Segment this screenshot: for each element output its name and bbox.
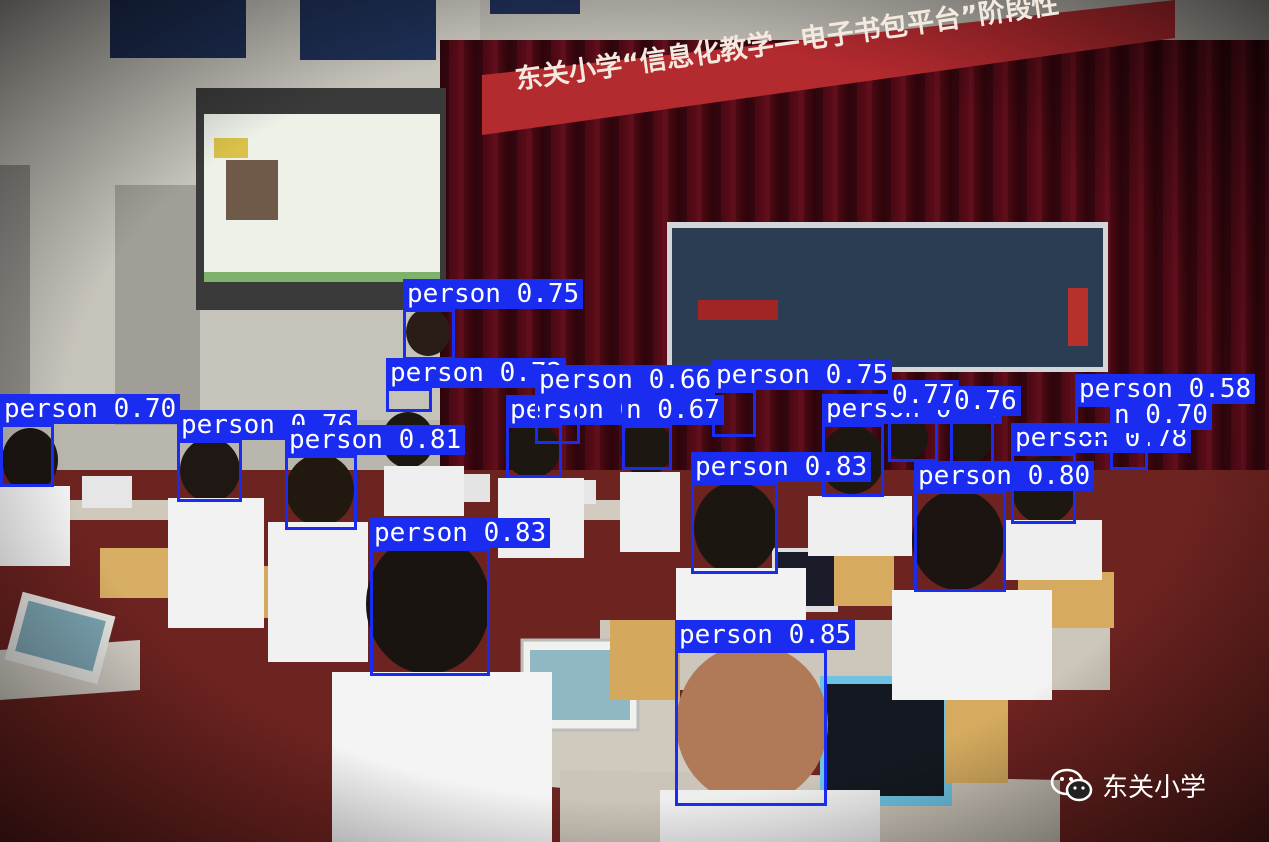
detection-label: person 0.81 (285, 425, 466, 455)
wechat-icon (1050, 768, 1093, 801)
detection-label: 0.77 (888, 380, 959, 410)
detection-box (1110, 430, 1148, 470)
detection-box (622, 425, 672, 470)
detection-label: person 0.66 (535, 365, 716, 395)
detection-box (0, 424, 54, 487)
detection-label: person 0.85 (675, 620, 856, 650)
detection-label: n 0.67 (622, 395, 724, 425)
detection-label: person 0.75 (712, 360, 893, 390)
detection-label: person 0.75 (403, 279, 584, 309)
detection-box (285, 455, 357, 530)
detection-label: 0.76 (950, 386, 1021, 416)
detection-box (370, 548, 490, 676)
detection-box (691, 482, 778, 574)
watermark-text: 东关小学 (1102, 773, 1207, 803)
detection-label: person 0.80 (914, 461, 1095, 491)
watermark: 东关小学 (1050, 767, 1206, 804)
detection-box (403, 309, 455, 360)
detection-box (888, 410, 938, 462)
detection-box (177, 440, 242, 502)
detection-label: n 0.70 (1110, 400, 1212, 430)
detection-box (386, 388, 432, 412)
detection-label: person 0.70 (0, 394, 181, 424)
detection-label: person 0.83 (691, 452, 872, 482)
detection-box (914, 491, 1006, 592)
detection-label: person 0.83 (370, 518, 551, 548)
detection-image: 东关小学“信息化教学—电子书包平台”阶段性 person 0.75 person … (0, 0, 1269, 842)
detection-box (535, 395, 580, 444)
detection-box (675, 650, 827, 806)
detection-box (950, 416, 994, 466)
